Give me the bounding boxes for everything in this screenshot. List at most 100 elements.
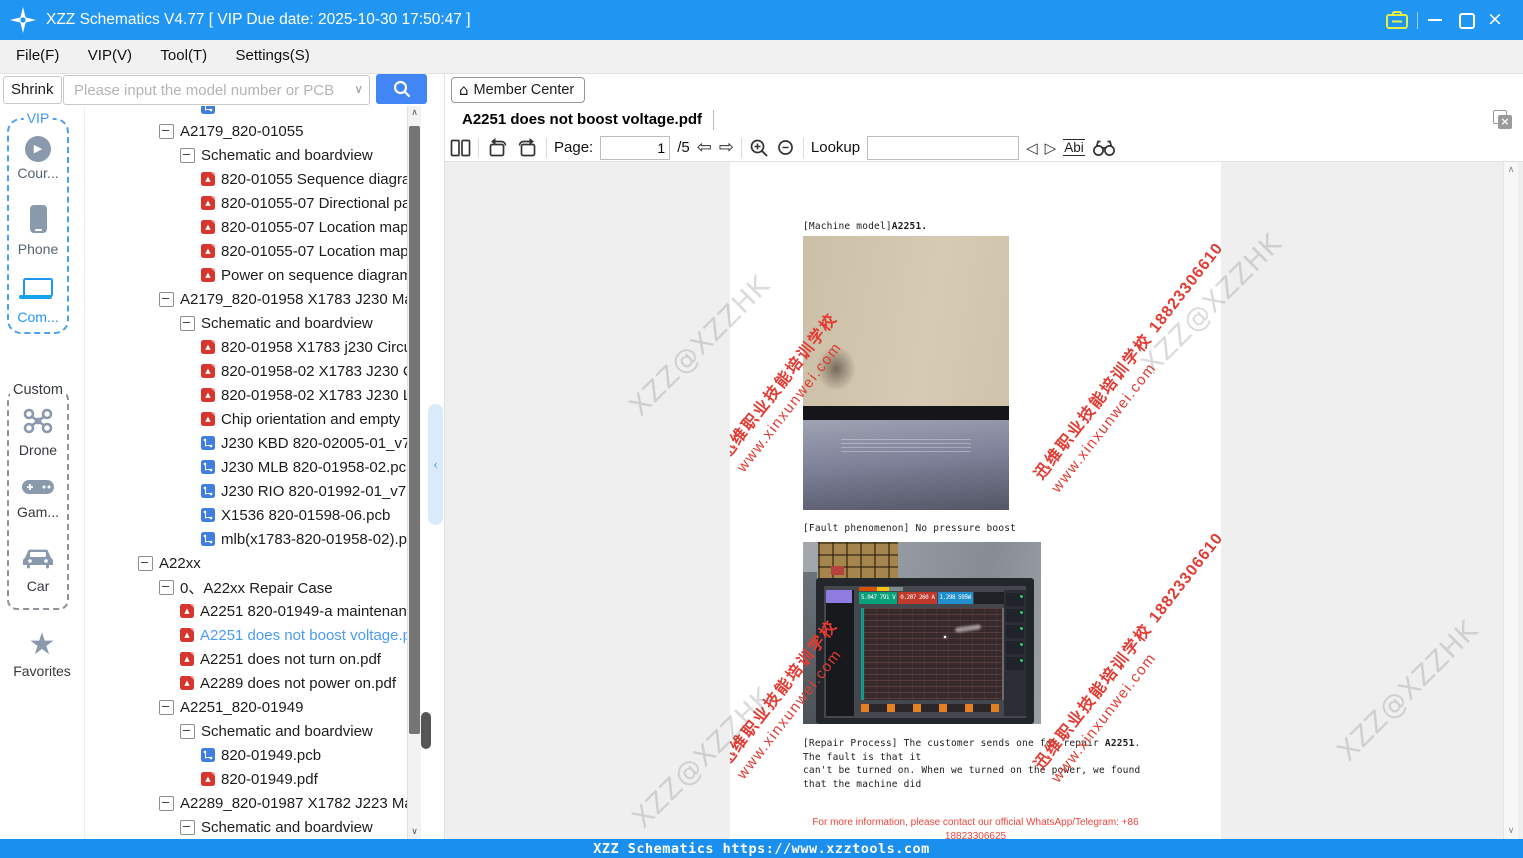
minimize-button[interactable] (1428, 19, 1442, 21)
tree-item[interactable]: Schematic and boardview (85, 311, 407, 335)
viewer-scrollbar[interactable]: ∧ ∨ (1503, 162, 1518, 839)
scroll-up-icon[interactable]: ∧ (408, 108, 421, 118)
tree-expander-icon[interactable] (180, 147, 195, 163)
previous-page-icon[interactable]: ⇦ (697, 137, 712, 158)
tree-item[interactable]: 820-01055-07 Directional part (85, 191, 407, 215)
tree-item[interactable]: Schematic and boardview (85, 719, 407, 743)
file-type-icon (201, 268, 215, 282)
sidebar-item-phone[interactable]: Phone (9, 205, 67, 257)
zoom-out-icon[interactable] (776, 138, 796, 158)
chevron-down-icon[interactable]: ∨ (354, 82, 363, 96)
tree-expander-icon[interactable] (159, 699, 174, 715)
file-type-icon (201, 220, 215, 234)
close-document-icon[interactable]: × (1493, 110, 1512, 129)
tree-item-label: 820-01055-07 Directional part (221, 194, 407, 212)
sidebar-item-drone[interactable]: Drone (9, 408, 67, 458)
menu-settings[interactable]: Settings(S) (228, 40, 318, 72)
tree-item[interactable]: J230 MLB 820-01958-02.pcb (85, 455, 407, 479)
tree-item[interactable] (85, 106, 407, 119)
file-type-icon (180, 604, 194, 618)
scroll-down-icon[interactable]: ∨ (1504, 826, 1518, 836)
tree-expander-icon[interactable] (138, 555, 153, 571)
tree-expander-icon[interactable] (159, 579, 174, 595)
find-next-icon[interactable]: ▷ (1045, 139, 1057, 157)
menu-tool[interactable]: Tool(T) (152, 40, 215, 72)
zoom-in-icon[interactable] (749, 138, 769, 158)
tree-item[interactable]: 820-01958-02 X1783 J230 Lo (85, 383, 407, 407)
tree-expander-icon[interactable] (180, 723, 195, 739)
tree-item[interactable]: 820-01055-07 Location map. (85, 239, 407, 263)
tree-item[interactable]: A2251 does not boost voltage.p (85, 623, 407, 647)
text-select-tool[interactable]: Abi (1063, 139, 1085, 156)
sidebar-item-course[interactable]: ▶ Cour... (9, 136, 67, 181)
tree-item[interactable]: A2251 does not turn on.pdf (85, 647, 407, 671)
member-center-button[interactable]: ⌂ Member Center (451, 77, 586, 103)
tree-item[interactable]: 820-01949.pdf (85, 767, 407, 791)
tree-expander-icon[interactable] (159, 123, 174, 139)
briefcase-icon[interactable] (1385, 10, 1409, 30)
tree-item-label: A2289 does not power on.pdf (200, 674, 396, 692)
tree-item[interactable]: 820-01958 X1783 j230 Circuit (85, 335, 407, 359)
tree-expander-icon[interactable] (180, 819, 195, 835)
file-tree[interactable]: A2179_820-01055 Schematic and boardview … (85, 106, 407, 839)
tree-item[interactable]: 820-01949.pcb (85, 743, 407, 767)
document-tab[interactable]: A2251 does not boost voltage.pdf (462, 106, 702, 133)
tree-scrollbar[interactable]: ∧ ∨ (407, 106, 421, 839)
menu-bar: File(F) VIP(V) Tool(T) Settings(S) (0, 40, 1523, 74)
sidebar-item-game[interactable]: Gam... (9, 478, 67, 520)
tree-item[interactable]: J230 KBD 820-02005-01_v7.p (85, 431, 407, 455)
tree-item[interactable]: A2289 does not power on.pdf (85, 671, 407, 695)
tree-item[interactable]: Schematic and boardview (85, 143, 407, 167)
find-previous-icon[interactable]: ◁ (1026, 139, 1038, 157)
sidebar-item-car[interactable]: Car (9, 546, 67, 594)
sidebar-item-computer[interactable]: Com... (9, 278, 67, 325)
rotate-right-icon[interactable] (516, 137, 539, 158)
tree-item[interactable]: A2251 820-01949-a maintenanc (85, 599, 407, 623)
close-button[interactable]: × (1487, 8, 1503, 30)
tree-item[interactable]: A22xx (85, 551, 407, 575)
next-page-icon[interactable]: ⇨ (719, 137, 734, 158)
tree-expander-icon[interactable] (159, 795, 174, 811)
model-search-combo[interactable]: ∨ (63, 75, 370, 105)
tree-item[interactable]: Schematic and boardview (85, 815, 407, 839)
tree-expander-icon[interactable] (180, 315, 195, 331)
wooden-shelf (818, 542, 898, 579)
tree-expander-icon[interactable] (159, 291, 174, 307)
sidebar-item-label: Cour... (17, 165, 59, 181)
tree-scrollbar-thumb[interactable] (409, 126, 420, 734)
tree-item[interactable]: mlb(x1783-820-01958-02).pc (85, 527, 407, 551)
scroll-up-icon[interactable]: ∧ (1504, 165, 1518, 175)
menu-vip[interactable]: VIP(V) (80, 40, 140, 72)
shrink-button[interactable]: Shrink (3, 76, 62, 104)
tree-item[interactable]: A2179_820-01055 (85, 119, 407, 143)
tree-item[interactable]: 820-01055 Sequence diagram (85, 167, 407, 191)
tree-item[interactable]: 820-01958-02 X1783 J230 Cir (85, 359, 407, 383)
tree-item-label: A2251 820-01949-a maintenanc (200, 602, 407, 620)
tree-item[interactable]: 820-01055-07 Location map (85, 215, 407, 239)
collapse-panel-handle[interactable]: ‹ (428, 404, 443, 525)
tree-item[interactable]: 0、A22xx Repair Case (85, 575, 407, 599)
tree-item[interactable]: Power on sequence diagram (85, 263, 407, 287)
model-search-input[interactable] (72, 76, 346, 104)
rotate-left-icon[interactable] (486, 137, 509, 158)
sidebar-item-label: Gam... (16, 504, 59, 520)
binoculars-icon[interactable] (1092, 139, 1116, 157)
tree-item[interactable]: J230 RIO 820-01992-01_v7.pc (85, 479, 407, 503)
two-page-view-icon[interactable] (450, 138, 471, 158)
pdf-viewer[interactable]: [Machine model]A2251. [Fault phenomenon]… (445, 162, 1523, 839)
search-button[interactable] (376, 74, 427, 104)
menu-file[interactable]: File(F) (8, 40, 67, 72)
page-number-input[interactable] (600, 135, 671, 160)
tree-item[interactable]: A2179_820-01958 X1783 J230 Mac (85, 287, 407, 311)
tree-item[interactable]: X1536 820-01598-06.pcb (85, 503, 407, 527)
panel-scrollbar-thumb[interactable] (421, 712, 431, 749)
lookup-input[interactable] (867, 135, 1020, 160)
tree-item[interactable]: A2251_820-01949 (85, 695, 407, 719)
tree-item[interactable]: Chip orientation and empty (85, 407, 407, 431)
maximize-button[interactable] (1459, 13, 1475, 29)
scroll-down-icon[interactable]: ∨ (408, 827, 421, 837)
sidebar-item-favorites[interactable]: ★ Favorites (0, 630, 84, 680)
file-type-icon (201, 508, 215, 522)
tree-item[interactable]: A2289_820-01987 X1782 J223 Mac (85, 791, 407, 815)
file-type-icon (201, 436, 215, 450)
